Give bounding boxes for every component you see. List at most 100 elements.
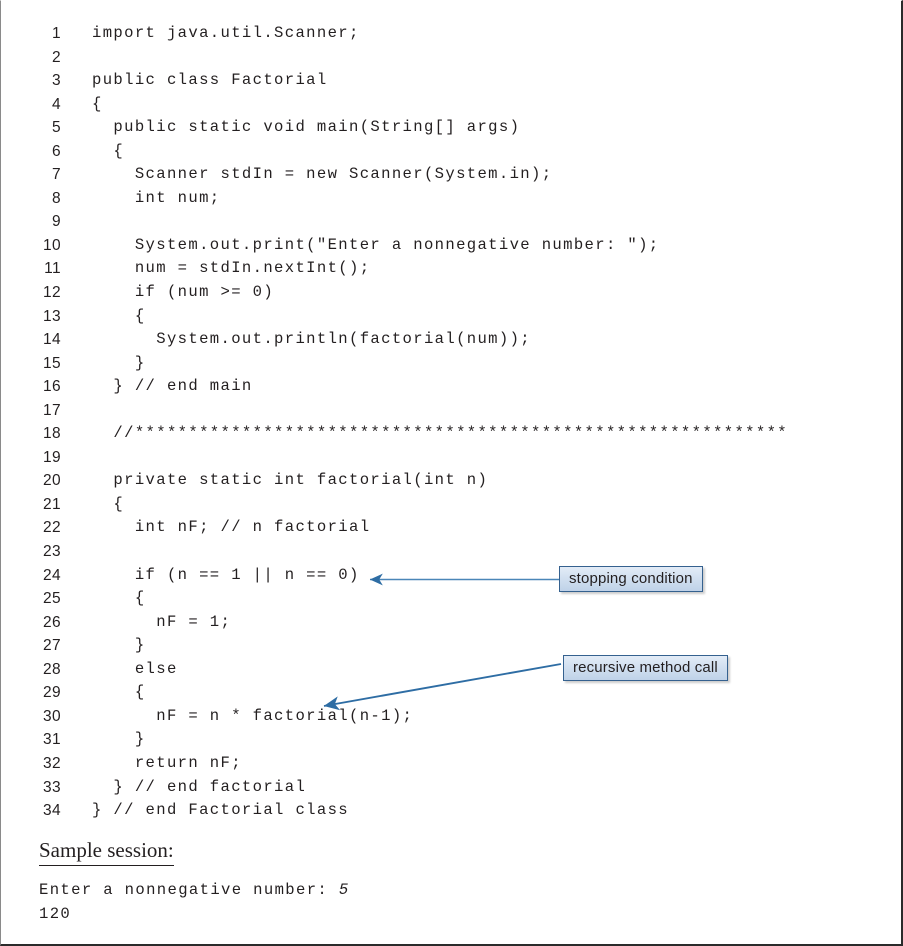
code-row: 24 if (n == 1 || n == 0) (1, 564, 901, 588)
code-text: { (92, 306, 146, 325)
code-row: 8 int num; (1, 187, 901, 211)
sample-prompt: Enter a nonnegative number: (39, 881, 339, 899)
code-row: 13 { (1, 305, 901, 329)
code-text: int nF; // n factorial (92, 518, 371, 537)
line-number: 2 (51, 48, 61, 66)
code-row: 15 } (1, 352, 901, 376)
line-number: 17 (42, 401, 61, 419)
code-row: 27 } (1, 634, 901, 658)
code-text: { (92, 589, 146, 608)
code-row: 7 Scanner stdIn = new Scanner(System.in)… (1, 163, 901, 187)
code-row: 23 (1, 540, 901, 564)
code-row: 3 public class Factorial (1, 69, 901, 93)
line-number: 18 (42, 425, 61, 443)
code-row: 1 import java.util.Scanner; (1, 22, 901, 46)
code-row: 30 nF = n * factorial(n-1); (1, 705, 901, 729)
line-number: 4 (51, 95, 61, 113)
callout-stopping-condition: stopping condition (559, 566, 703, 592)
line-number: 32 (42, 754, 61, 772)
code-row: 31 } (1, 728, 901, 752)
code-row: 11 num = stdIn.nextInt(); (1, 257, 901, 281)
code-text: return nF; (92, 753, 242, 772)
code-figure: 1 import java.util.Scanner; 2 3 public cla… (0, 0, 903, 946)
code-text: if (num >= 0) (92, 283, 275, 302)
line-number: 19 (42, 448, 61, 466)
line-number: 31 (42, 731, 61, 749)
code-text: int num; (92, 188, 221, 207)
line-number: 9 (51, 213, 61, 231)
code-text: } // end main (92, 377, 253, 396)
sample-user-input: 5 (338, 881, 350, 899)
line-number: 16 (42, 378, 61, 396)
code-row: 17 (1, 399, 901, 423)
code-text: } (92, 353, 146, 372)
code-text: private static int factorial(int n) (92, 471, 489, 490)
line-number: 15 (42, 354, 61, 372)
line-number: 33 (42, 778, 61, 796)
code-row: 14 System.out.println(factorial(num)); (1, 328, 901, 352)
code-text: import java.util.Scanner; (92, 24, 360, 42)
code-text: //**************************************… (92, 424, 789, 443)
line-number: 20 (42, 472, 61, 490)
code-row: 33 } // end factorial (1, 776, 901, 800)
code-text: { (92, 94, 103, 113)
line-number: 1 (51, 25, 61, 42)
code-row: 20 private static int factorial(int n) (1, 469, 901, 493)
code-row: 10 System.out.print("Enter a nonnegative… (1, 234, 901, 258)
code-text: nF = n * factorial(n-1); (92, 706, 414, 725)
code-text: } (92, 730, 146, 749)
code-text: public class Factorial (92, 71, 328, 90)
line-number: 30 (42, 707, 61, 725)
code-text: } // end Factorial class (92, 801, 349, 820)
code-text: { (92, 141, 125, 160)
code-text: nF = 1; (92, 612, 232, 631)
code-row: 2 (1, 46, 901, 70)
line-number: 13 (42, 307, 61, 325)
code-row: 29 { (1, 681, 901, 705)
line-number: 6 (51, 142, 61, 160)
code-row: 28 else (1, 658, 901, 682)
code-text: System.out.print("Enter a nonnegative nu… (92, 235, 660, 254)
code-row: 32 return nF; (1, 752, 901, 776)
code-row: 4{ (1, 93, 901, 117)
line-number: 21 (42, 495, 61, 513)
sample-result: 120 (39, 904, 72, 923)
line-number: 12 (42, 284, 61, 302)
code-row: 22 int nF; // n factorial (1, 516, 901, 540)
code-text: public static void main(String[] args) (92, 118, 521, 137)
code-row: 26 nF = 1; (1, 611, 901, 635)
code-row: 18 //***********************************… (1, 422, 901, 446)
code-text: } // end factorial (92, 777, 307, 796)
source-code-listing: 1 import java.util.Scanner; 2 3 public cla… (1, 22, 901, 823)
code-text: { (92, 494, 125, 513)
line-number: 10 (42, 236, 61, 254)
code-text: { (92, 683, 146, 702)
line-number: 34 (42, 802, 61, 820)
line-number: 26 (42, 613, 61, 631)
code-row: 21 { (1, 493, 901, 517)
code-text: } (92, 636, 146, 655)
code-row: 19 (1, 446, 901, 470)
sample-session-output: Enter a nonnegative number: 5 120 (39, 879, 350, 926)
sample-session-heading: Sample session: (39, 838, 174, 867)
line-number: 5 (51, 119, 61, 137)
line-number: 29 (42, 684, 61, 702)
code-text: num = stdIn.nextInt(); (92, 259, 371, 278)
line-number: 27 (42, 637, 61, 655)
line-number: 22 (42, 519, 61, 537)
line-number: 14 (42, 331, 61, 349)
code-text: System.out.println(factorial(num)); (92, 330, 532, 349)
line-number: 25 (42, 590, 61, 608)
line-number: 23 (42, 543, 61, 561)
code-row: 16 } // end main (1, 375, 901, 399)
line-number: 24 (42, 566, 61, 584)
code-text: else (92, 659, 178, 678)
code-row: 9 (1, 210, 901, 234)
code-row: 25 { (1, 587, 901, 611)
code-row: 5 public static void main(String[] args) (1, 116, 901, 140)
code-row: 12 if (num >= 0) (1, 281, 901, 305)
code-text: Scanner stdIn = new Scanner(System.in); (92, 165, 553, 184)
line-number: 7 (51, 166, 61, 184)
callout-recursive-method-call: recursive method call (563, 655, 728, 681)
line-number: 11 (44, 260, 61, 278)
